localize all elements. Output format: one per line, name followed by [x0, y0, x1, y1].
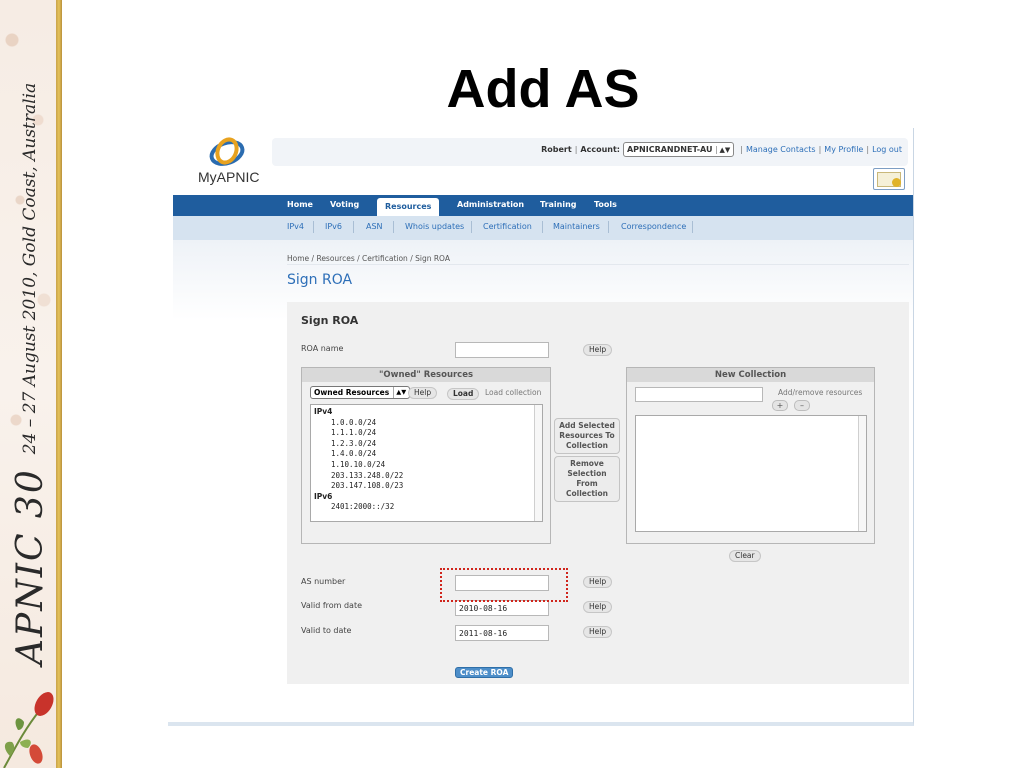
separator: |: [740, 145, 743, 154]
create-roa-button[interactable]: Create ROA: [455, 667, 514, 678]
select-arrows-icon: ▲▼: [393, 387, 406, 398]
account-value: APNICRANDNET-AU: [626, 145, 713, 154]
ipv4-group-label: IPv4: [314, 407, 333, 416]
valid-to-help-button[interactable]: Help: [583, 626, 613, 638]
conference-dates: 24 – 27 August 2010, Gold Coast, Austral…: [20, 82, 40, 455]
remove-selection-button[interactable]: Remove Selection From Collection: [554, 456, 620, 502]
myapnic-screenshot: MyAPNIC Robert | Account: APNICRANDNET-A…: [168, 128, 914, 726]
nav-training[interactable]: Training: [540, 195, 577, 216]
separator: |: [818, 145, 822, 154]
list-item[interactable]: 1.4.0.0/24: [314, 449, 539, 460]
list-item[interactable]: 1.10.10.0/24: [314, 460, 539, 471]
main-nav: Home Voting Resources Administration Tra…: [173, 195, 913, 216]
as-number-label: AS number: [301, 577, 346, 586]
as-number-help-button[interactable]: Help: [583, 576, 613, 588]
valid-from-label: Valid from date: [301, 601, 363, 610]
list-item[interactable]: 1.1.1.0/24: [314, 428, 539, 439]
clear-button[interactable]: Clear: [729, 550, 761, 562]
conference-name: APNIC 30: [9, 468, 51, 665]
separator: |: [574, 145, 578, 154]
subnav-correspondence[interactable]: Correspondence: [621, 216, 686, 240]
subnav-certification[interactable]: Certification: [483, 216, 532, 240]
valid-from-input[interactable]: [455, 600, 549, 616]
divider: [608, 221, 609, 233]
subnav-ipv4[interactable]: IPv4: [287, 216, 304, 240]
add-remove-label: Add/remove resources: [778, 388, 863, 397]
user-name: Robert: [541, 145, 572, 154]
manage-contacts-link[interactable]: Manage Contacts: [746, 145, 816, 154]
logo-text: MyAPNIC: [198, 169, 260, 185]
nav-home[interactable]: Home: [287, 195, 313, 216]
divider: [542, 221, 543, 233]
breadcrumb[interactable]: Home / Resources / Certification / Sign …: [287, 254, 450, 263]
flower-icon: [3, 692, 54, 768]
nav-voting[interactable]: Voting: [330, 195, 359, 216]
account-label: Account:: [580, 145, 620, 154]
slide: APNIC 30 24 – 27 August 2010, Gold Coast…: [0, 0, 1024, 768]
valid-to-input[interactable]: [455, 625, 549, 641]
page-title: Sign ROA: [287, 272, 353, 288]
new-collection-box: New Collection Add/remove resources + –: [626, 367, 875, 544]
nav-administration[interactable]: Administration: [457, 195, 524, 216]
new-collection-title: New Collection: [627, 368, 874, 382]
select-arrows-icon: ▲▼: [716, 145, 730, 154]
myapnic-logo[interactable]: MyAPNIC: [198, 136, 260, 185]
load-button[interactable]: Load: [447, 388, 480, 400]
add-resource-button[interactable]: +: [772, 400, 788, 411]
divider: [692, 221, 693, 233]
certificate-seal: [892, 178, 901, 187]
account-bar: Robert | Account: APNICRANDNET-AU ▲▼ | M…: [272, 138, 908, 166]
owned-resources-list[interactable]: IPv4 1.0.0.0/24 1.1.1.0/24 1.2.3.0/24 1.…: [310, 404, 543, 522]
slide-title: Add AS: [446, 59, 640, 119]
nav-tools[interactable]: Tools: [594, 195, 617, 216]
roa-name-input[interactable]: [455, 342, 549, 358]
log-out-link[interactable]: Log out: [872, 145, 902, 154]
sub-nav: IPv4 IPv6 ASN Whois updates Certificatio…: [173, 216, 913, 240]
subnav-ipv6[interactable]: IPv6: [325, 216, 342, 240]
my-profile-link[interactable]: My Profile: [824, 145, 863, 154]
new-collection-list[interactable]: [635, 415, 867, 532]
owned-resources-select[interactable]: Owned Resources ▲▼: [310, 386, 411, 399]
ipv6-group-label: IPv6: [314, 491, 333, 501]
divider: [313, 221, 314, 233]
divider: [353, 221, 354, 233]
owned-select-value: Owned Resources: [314, 388, 390, 397]
form-title: Sign ROA: [301, 314, 359, 327]
add-selected-button[interactable]: Add Selected Resources To Collection: [554, 418, 620, 454]
nav-resources[interactable]: Resources: [377, 198, 440, 216]
conference-banner: APNIC 30 24 – 27 August 2010, Gold Coast…: [4, 65, 56, 665]
sign-roa-form: Sign ROA ROA name Help "Owned" Resources…: [287, 302, 909, 684]
scrollbar[interactable]: [534, 405, 542, 521]
subnav-maintainers[interactable]: Maintainers: [553, 216, 600, 240]
account-select[interactable]: APNICRANDNET-AU ▲▼: [622, 142, 735, 157]
scrollbar[interactable]: [858, 416, 866, 531]
load-collection-link[interactable]: Load collection: [485, 388, 541, 397]
list-item[interactable]: 1.0.0.0/24: [314, 418, 539, 429]
owned-resources-box: "Owned" Resources Owned Resources ▲▼ Hel…: [301, 367, 551, 544]
decorative-sidebar: APNIC 30 24 – 27 August 2010, Gold Coast…: [0, 0, 62, 768]
add-resource-input[interactable]: [635, 387, 763, 402]
subnav-asn[interactable]: ASN: [366, 216, 383, 240]
apnic-logo-icon: [209, 137, 245, 166]
valid-from-help-button[interactable]: Help: [583, 601, 613, 613]
list-item[interactable]: 2401:2000::/32: [314, 502, 539, 513]
remove-resource-button[interactable]: –: [794, 400, 810, 411]
list-item[interactable]: 203.147.108.0/23: [314, 481, 539, 492]
as-number-highlight: [440, 568, 568, 602]
divider: [393, 221, 394, 233]
owned-resources-title: "Owned" Resources: [302, 368, 550, 382]
account-line: Robert | Account: APNICRANDNET-AU ▲▼ | M…: [541, 142, 902, 157]
separator: |: [866, 145, 870, 154]
resource-list: IPv4 1.0.0.0/24 1.1.1.0/24 1.2.3.0/24 1.…: [311, 405, 542, 515]
certificate-icon[interactable]: [873, 168, 905, 190]
roa-name-label: ROA name: [301, 344, 344, 353]
divider: [287, 264, 909, 265]
owned-help-button[interactable]: Help: [408, 387, 438, 399]
roa-name-help-button[interactable]: Help: [583, 344, 613, 356]
list-item[interactable]: 203.133.248.0/22: [314, 471, 539, 482]
valid-to-label: Valid to date: [301, 626, 352, 635]
subnav-whois-updates[interactable]: Whois updates: [405, 216, 464, 240]
divider: [471, 221, 472, 233]
list-item[interactable]: 1.2.3.0/24: [314, 439, 539, 450]
